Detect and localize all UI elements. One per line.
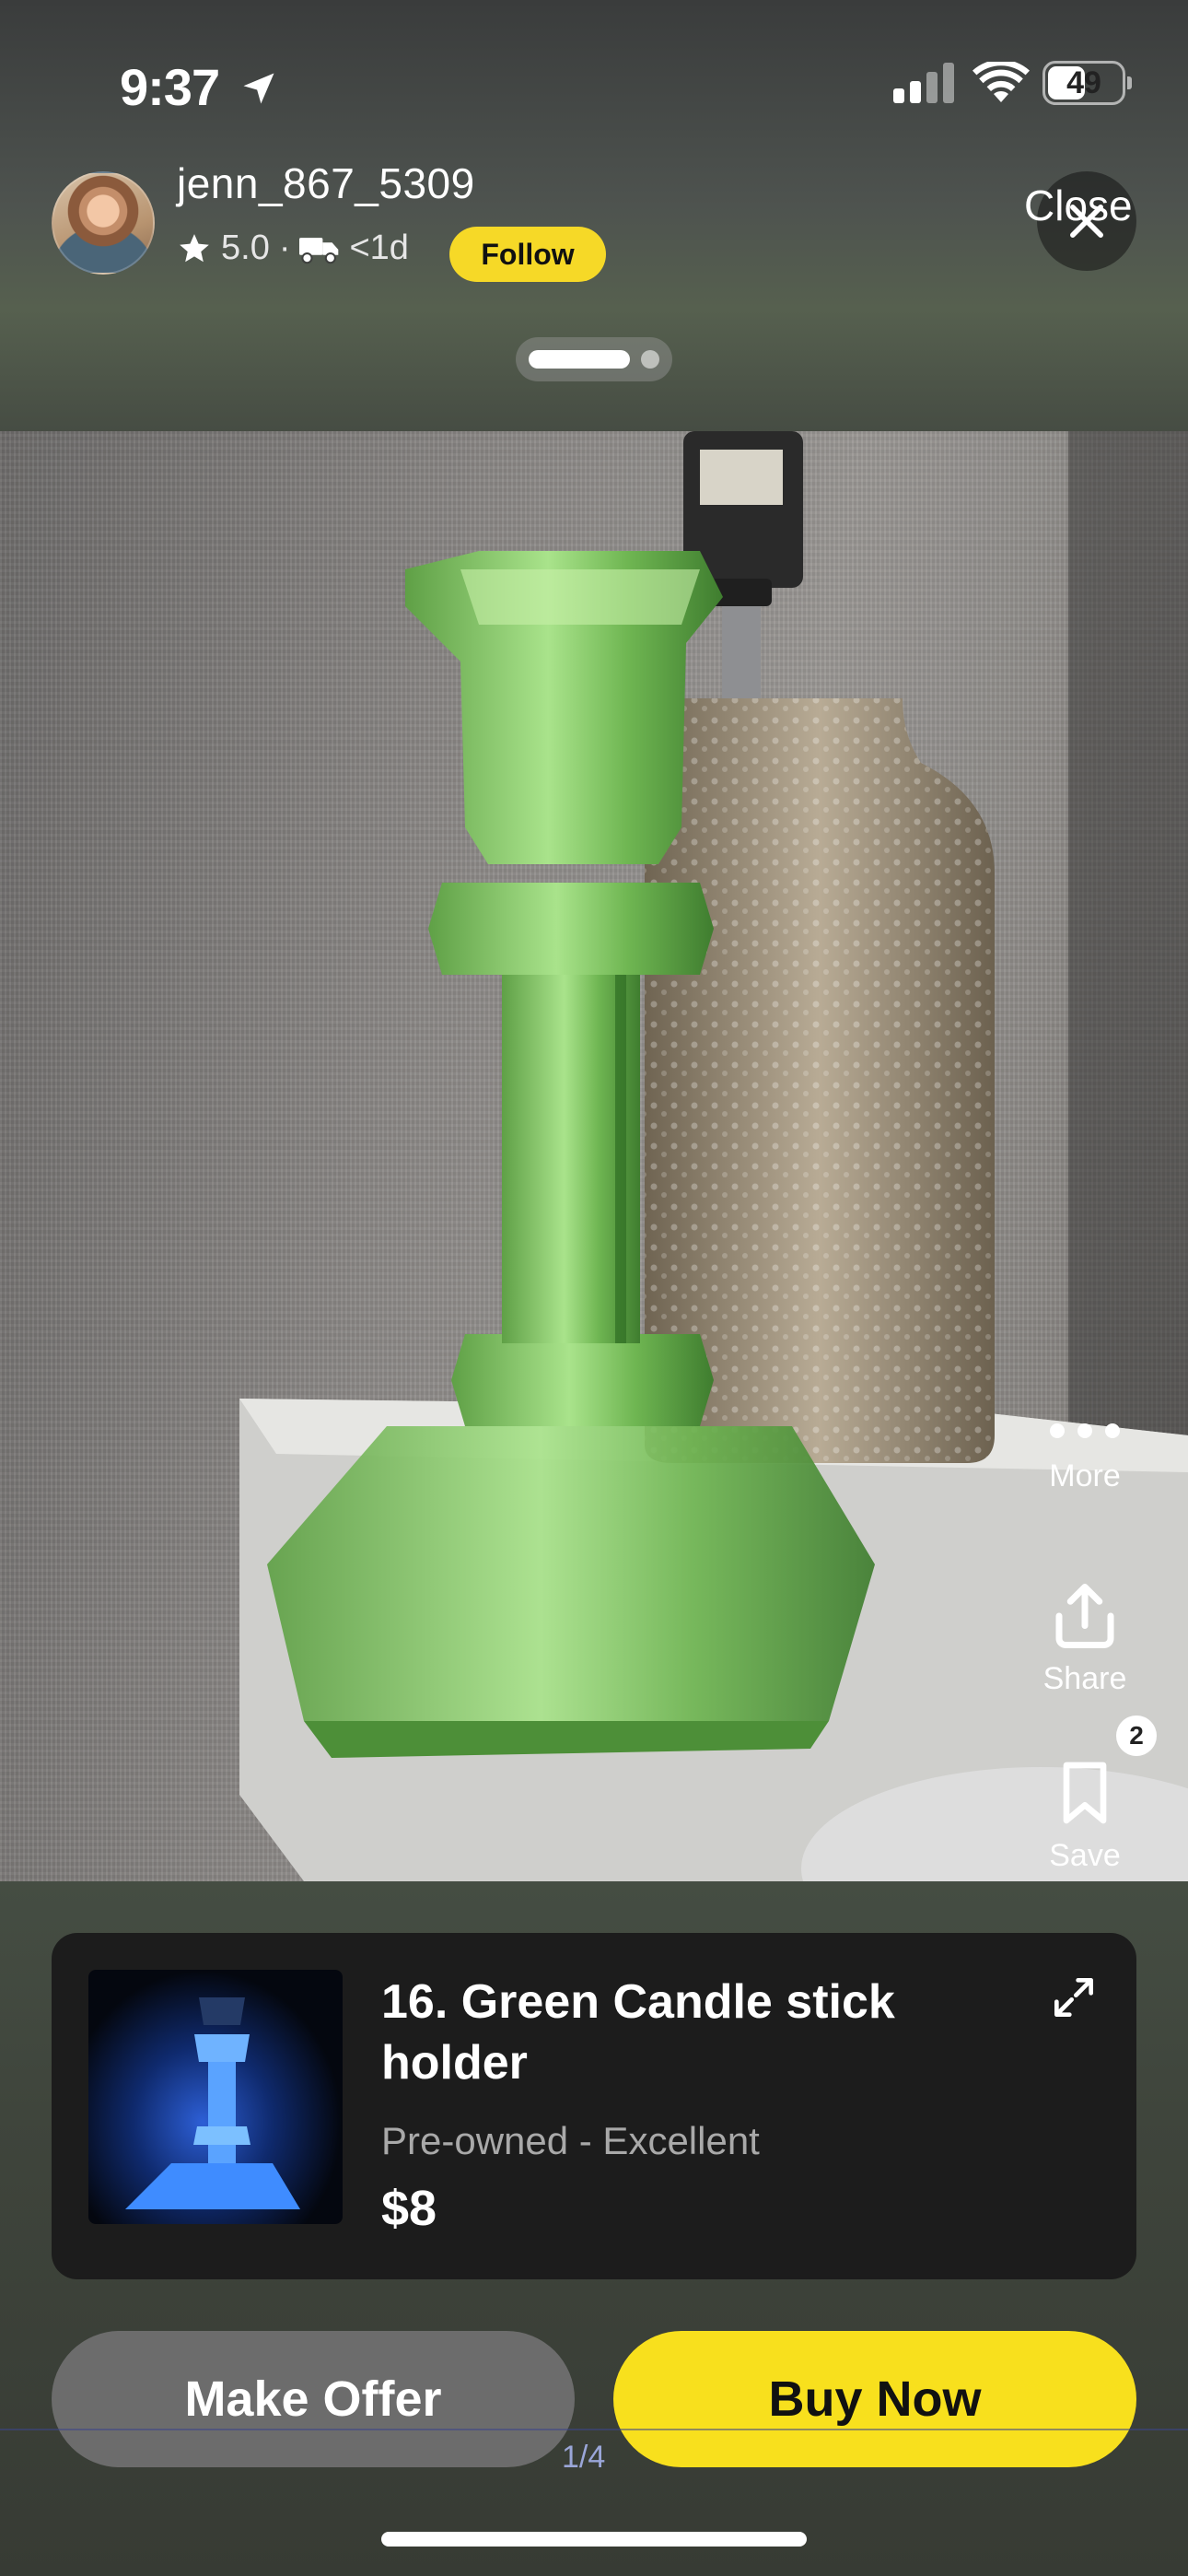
- shipping-time: <1d: [349, 228, 409, 267]
- battery-icon: 49: [1042, 61, 1132, 105]
- divider-line: [0, 2429, 1188, 2430]
- listing-thumbnail[interactable]: [88, 1970, 343, 2224]
- save-action[interactable]: Save: [1020, 1754, 1149, 1874]
- listing-photo[interactable]: [0, 431, 1188, 1881]
- photo-illustration: [239, 431, 1188, 1881]
- listing-price: $8: [381, 2181, 437, 2236]
- buy-now-button[interactable]: Buy Now: [613, 2331, 1136, 2467]
- save-count-badge: 2: [1116, 1715, 1157, 1756]
- location-arrow-icon: [243, 73, 274, 104]
- listing-title[interactable]: 16. Green Candle stick holder: [381, 1972, 971, 2093]
- close-label: Close: [1024, 181, 1133, 229]
- share-icon: [1055, 1584, 1114, 1648]
- more-icon: [1050, 1423, 1120, 1438]
- home-indicator[interactable]: [381, 2532, 807, 2547]
- expand-icon[interactable]: [1048, 1972, 1100, 2023]
- listing-condition: Pre-owned - Excellent: [381, 2119, 760, 2162]
- battery-level: 49: [1066, 64, 1101, 100]
- share-label: Share: [1042, 1661, 1127, 1696]
- truck-icon: [299, 237, 339, 263]
- cellular-signal-icon: [893, 63, 954, 103]
- save-label: Save: [1049, 1838, 1121, 1873]
- seller-avatar[interactable]: [52, 171, 155, 275]
- seller-rating: 5.0: [221, 228, 270, 267]
- pager-dot: [641, 350, 659, 369]
- more-action[interactable]: More: [1020, 1417, 1149, 1494]
- status-time: 9:37: [120, 57, 279, 117]
- more-label: More: [1049, 1458, 1121, 1493]
- wifi-icon: [973, 62, 1030, 102]
- pager-dot-active: [529, 350, 630, 369]
- status-indicators: 49: [893, 61, 1132, 105]
- thumbnail-image: [125, 1997, 300, 2209]
- meta-separator: ·: [278, 228, 291, 267]
- follow-button[interactable]: Follow: [449, 227, 606, 282]
- status-time-text: 9:37: [120, 58, 220, 116]
- make-offer-button[interactable]: Make Offer: [52, 2331, 575, 2467]
- bookmark-icon: [1063, 1762, 1107, 1824]
- seller-username[interactable]: jenn_867_5309: [177, 158, 475, 208]
- image-counter: 1/4: [562, 2440, 606, 2475]
- seller-meta: 5.0 · <1d: [177, 228, 409, 268]
- share-action[interactable]: Share: [1020, 1577, 1149, 1697]
- image-pager: [516, 337, 672, 381]
- star-icon: [180, 233, 209, 262]
